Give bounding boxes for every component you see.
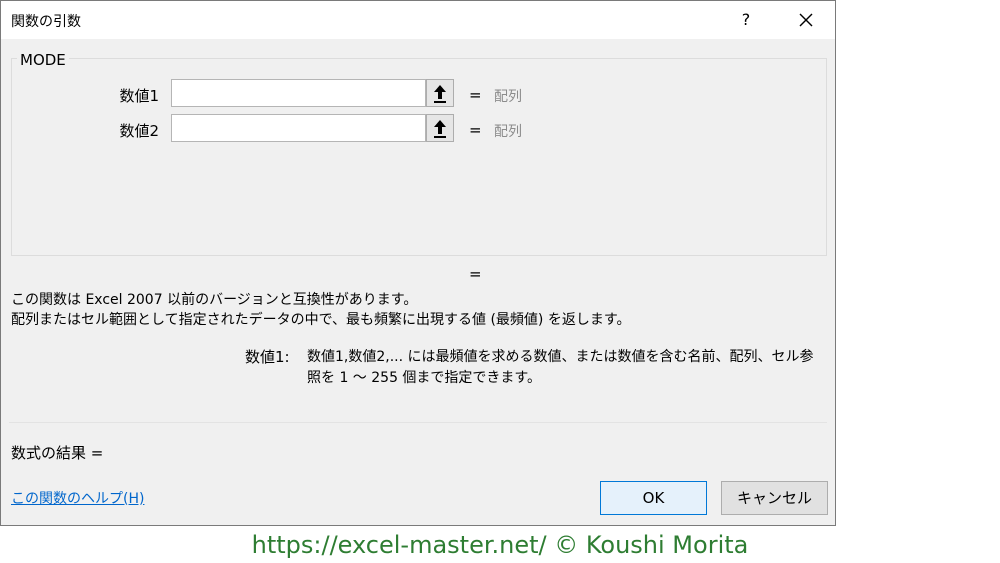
dialog-title: 関数の引数 [11,14,81,30]
title-bar[interactable]: 関数の引数 ? [1,1,835,39]
arg-help-line1: 数値1,数値2,... には最頻値を求める数値、または数値を含む名前、配列、セル… [307,349,814,365]
arg1-collapse-button[interactable] [426,79,454,107]
function-description-line2: 配列またはセル範囲として指定されたデータの中で、最も頻繁に出現する値 (最頻値)… [11,312,631,328]
arg-help-label: 数値1: [245,348,290,366]
arg1-equals: = [469,86,482,104]
function-name: MODE [17,51,69,69]
function-description-line1: この関数は Excel 2007 以前のバージョンと互換性があります。 [11,292,418,308]
result-equals: = [469,265,482,283]
arrow-up-icon [434,120,446,138]
function-arguments-dialog: 関数の引数 ? MODE 数値1 = 配列 数値2 = 配列 = この関数は E… [0,0,836,526]
arg2-collapse-button[interactable] [426,114,454,142]
help-link[interactable]: この関数のヘルプ(H) [11,488,144,508]
arg2-type: 配列 [494,124,522,140]
arg2-equals: = [469,121,482,139]
arg-help-line2: 照を 1 〜 255 個まで指定できます。 [307,370,542,386]
arrow-up-icon [434,85,446,103]
separator [9,422,827,423]
arg2-label: 数値2 [119,122,159,140]
arg1-type: 配列 [494,89,522,105]
footer-credit: https://excel-master.net/ © Koushi Morit… [251,531,749,559]
help-button[interactable]: ? [734,7,758,33]
arg1-label: 数値1 [119,87,159,105]
arg1-input[interactable] [171,79,426,107]
cancel-button[interactable]: キャンセル [721,481,828,515]
ok-button[interactable]: OK [600,481,707,515]
formula-result: 数式の結果 = [11,444,104,462]
arg2-input[interactable] [171,114,426,142]
close-icon[interactable] [791,5,821,35]
